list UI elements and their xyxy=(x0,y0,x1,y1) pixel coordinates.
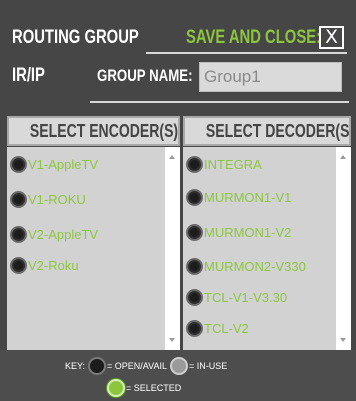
key-row-primary: KEY: = OPEN/AVAIL = IN-USE xyxy=(65,357,227,375)
encoder-item[interactable]: V1-ROKU xyxy=(10,189,86,209)
selected-dot-icon xyxy=(107,379,125,397)
dialog-title: ROUTING GROUP xyxy=(12,27,139,48)
decoder-label: TCL-V2 xyxy=(204,320,249,336)
encoder-label: V1-AppleTV xyxy=(28,156,99,172)
scroll-up-icon[interactable] xyxy=(169,155,175,159)
save-and-close-label[interactable]: SAVE AND CLOSE: xyxy=(186,27,321,49)
decoder-scrollbar[interactable] xyxy=(336,147,351,350)
key-inuse-label: = IN-USE xyxy=(188,361,228,371)
decoder-label: MURMON1-V1 xyxy=(204,189,292,205)
select-encoders-label: SELECT ENCODER(S) xyxy=(29,121,179,141)
radio-open-icon[interactable] xyxy=(10,256,27,274)
key-prefix: KEY: xyxy=(65,361,86,371)
radio-open-icon[interactable] xyxy=(186,155,203,173)
scroll-down-icon[interactable] xyxy=(340,338,346,342)
encoder-label: V1-ROKU xyxy=(28,191,86,207)
radio-open-icon[interactable] xyxy=(186,257,203,275)
scroll-down-icon[interactable] xyxy=(169,338,175,342)
group-name-input[interactable] xyxy=(199,62,342,92)
encoder-list-panel: V1-AppleTV V1-ROKU V2-AppleTV V2-Roku xyxy=(7,147,180,350)
scroll-up-icon[interactable] xyxy=(340,155,346,159)
connection-type-label: IR/IP xyxy=(12,65,45,86)
encoder-label: V2-Roku xyxy=(28,257,79,273)
radio-open-icon[interactable] xyxy=(10,190,27,208)
decoder-item[interactable]: MURMON1-V2 xyxy=(186,222,291,242)
select-decoders-label: SELECT DECODER(S) xyxy=(205,121,351,141)
routing-group-dialog: ROUTING GROUP SAVE AND CLOSE: X IR/IP GR… xyxy=(0,0,356,401)
decoder-item[interactable]: MURMON2-V330 xyxy=(186,256,306,276)
in-use-dot-icon xyxy=(169,357,188,375)
encoder-label: V2-AppleTV xyxy=(28,226,99,242)
decoder-item[interactable]: TCL-V2 xyxy=(186,318,249,338)
radio-open-icon[interactable] xyxy=(186,188,203,206)
radio-open-icon[interactable] xyxy=(10,225,27,243)
decoder-item[interactable]: INTEGRA xyxy=(186,154,262,174)
decoder-label: TCL-V1-V3.30 xyxy=(204,289,288,305)
encoder-item[interactable]: V2-AppleTV xyxy=(10,224,98,244)
encoder-scrollbar[interactable] xyxy=(165,147,180,350)
key-row-secondary: = SELECTED xyxy=(106,379,181,397)
encoder-item[interactable]: V2-Roku xyxy=(10,255,79,275)
decoder-label: INTEGRA xyxy=(204,156,262,172)
group-name-divider xyxy=(90,101,349,103)
status-key-legend: KEY: = OPEN/AVAIL = IN-USE = SELECTED xyxy=(0,350,356,401)
open-avail-dot-icon xyxy=(88,357,107,375)
select-encoders-header: SELECT ENCODER(S) xyxy=(7,116,180,146)
radio-open-icon[interactable] xyxy=(10,155,27,173)
radio-open-icon[interactable] xyxy=(186,223,203,241)
radio-open-icon[interactable] xyxy=(186,319,203,337)
group-name-label: GROUP NAME: xyxy=(97,66,193,85)
decoder-label: MURMON2-V330 xyxy=(204,258,306,274)
decoder-item[interactable]: TCL-V1-V3.30 xyxy=(186,287,287,307)
decoder-label: MURMON1-V2 xyxy=(204,224,292,240)
decoder-item[interactable]: MURMON1-V1 xyxy=(186,187,291,207)
key-open-label: = OPEN/AVAIL xyxy=(107,361,167,371)
decoder-list-panel: INTEGRA MURMON1-V1 MURMON1-V2 MURMON2-V3… xyxy=(183,147,351,350)
select-decoders-header: SELECT DECODER(S) xyxy=(183,116,351,146)
radio-open-icon[interactable] xyxy=(186,288,203,306)
key-selected-label: = SELECTED xyxy=(126,383,182,393)
close-button[interactable]: X xyxy=(319,26,344,49)
close-icon: X xyxy=(324,26,339,48)
header-divider xyxy=(146,52,347,54)
encoder-item[interactable]: V1-AppleTV xyxy=(10,154,98,174)
